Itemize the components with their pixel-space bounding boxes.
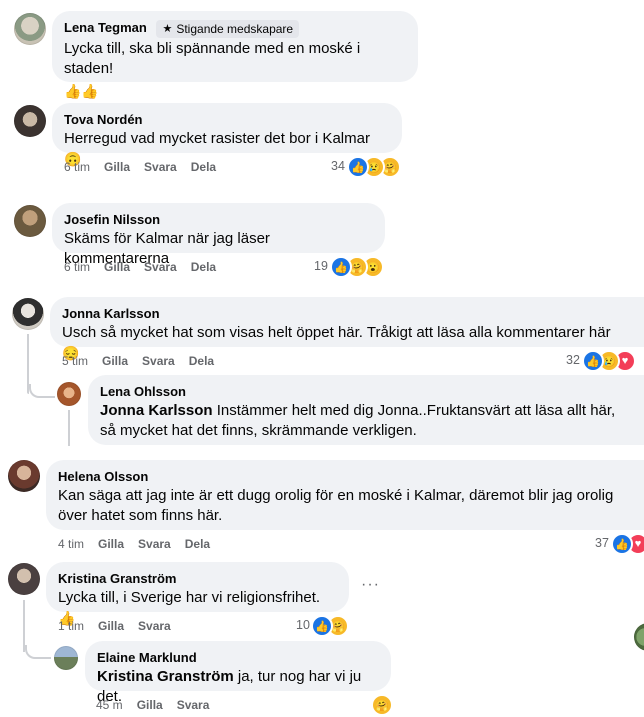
comment-text: Herregud vad mycket rasister det bor i K…	[64, 130, 370, 147]
comment-actions: 45 m Gilla Svara	[96, 697, 223, 713]
like-button[interactable]: Gilla	[137, 698, 163, 712]
comment-time[interactable]: 45 m	[96, 698, 123, 712]
comment-author[interactable]: Tova Nordén	[64, 111, 390, 128]
comment-bubble: Helena Olsson Kan säga att jag inte är e…	[46, 460, 644, 530]
reply-connector	[25, 645, 51, 659]
reaction-count[interactable]: 32	[566, 351, 580, 369]
comment-author[interactable]: Helena Olsson	[58, 468, 632, 485]
avatar[interactable]	[8, 563, 40, 595]
comment-time[interactable]: 6 tim	[64, 160, 90, 174]
avatar[interactable]	[14, 205, 46, 237]
reply-button[interactable]: Svara	[144, 160, 177, 174]
share-button[interactable]: Dela	[189, 354, 214, 368]
thumbs-up-icon: 👍	[582, 350, 604, 372]
thumbs-up-icon: 👍	[347, 156, 369, 178]
comment-author[interactable]: Lena Tegman	[64, 20, 147, 35]
comment-author[interactable]: Elaine Marklund	[97, 649, 379, 666]
care-emoji-icon: 🤗	[371, 694, 393, 716]
comment-text: Lycka till, i Sverige har vi religionsfr…	[58, 589, 321, 606]
like-button[interactable]: Gilla	[98, 619, 124, 633]
reply-button[interactable]: Svara	[144, 260, 177, 274]
mention-link[interactable]: Kristina Granström	[97, 668, 234, 685]
comment-bubble: Lena Tegman ★ Stigande medskapare Lycka …	[52, 11, 418, 99]
comment-time[interactable]: 4 tim	[58, 537, 84, 551]
avatar[interactable]	[57, 382, 81, 406]
like-button[interactable]: Gilla	[104, 160, 130, 174]
comment-time[interactable]: 5 tim	[62, 354, 88, 368]
badge-label: Stigande medskapare	[176, 22, 294, 36]
comment-author[interactable]: Kristina Granström	[58, 570, 337, 587]
comment-author[interactable]: Josefin Nilsson	[64, 211, 373, 228]
like-button[interactable]: Gilla	[98, 537, 124, 551]
thumbs-up-icon: 👍	[311, 615, 333, 637]
reply-button[interactable]: Svara	[138, 537, 171, 551]
like-button[interactable]: Gilla	[104, 260, 130, 274]
comment-text: Usch så mycket hat som visas helt öppet …	[62, 324, 611, 341]
comment-author[interactable]: Lena Ohlsson	[100, 383, 632, 400]
reaction-count[interactable]: 10	[296, 616, 310, 634]
avatar[interactable]	[14, 13, 46, 45]
avatar[interactable]	[8, 460, 40, 492]
comment-bubble: Jonna Karlsson Usch så mycket hat som vi…	[50, 297, 644, 361]
more-options-button[interactable]: ···	[361, 576, 380, 594]
contributor-badge: ★ Stigande medskapare	[156, 20, 300, 38]
thread-line	[68, 410, 70, 446]
comment-actions: 4 tim Gilla Svara Dela	[58, 536, 224, 552]
reply-button[interactable]: Svara	[138, 619, 171, 633]
comment-author[interactable]: Jonna Karlsson	[62, 305, 632, 322]
reply-button[interactable]: Svara	[142, 354, 175, 368]
share-button[interactable]: Dela	[185, 537, 210, 551]
reply-button[interactable]: Svara	[177, 698, 210, 712]
comment-actions: 5 tim Gilla Svara Dela	[62, 353, 228, 369]
avatar[interactable]	[12, 298, 44, 330]
reply-bubble: Lena Ohlsson Jonna Karlsson Instämmer he…	[88, 375, 644, 445]
comment-actions: 6 tim Gilla Svara Dela	[64, 159, 230, 175]
comment-actions: 1 tim Gilla Svara	[58, 618, 185, 634]
avatar[interactable]	[54, 646, 78, 670]
thumbs-up-icon: 👍	[611, 533, 633, 555]
reply-connector	[29, 384, 55, 398]
thumbs-up-icon: 👍	[330, 256, 352, 278]
comment-time[interactable]: 6 tim	[64, 260, 90, 274]
comment-bubble: Josefin Nilsson Skäms för Kalmar när jag…	[52, 203, 385, 267]
thumbs-up-emoji: 👍👍	[64, 83, 99, 99]
comment-bubble: Kristina Granström Lycka till, i Sverige…	[46, 562, 349, 626]
comment-text: Lycka till, ska bli spännande med en mos…	[64, 40, 361, 77]
reaction-count[interactable]: 19	[314, 257, 328, 275]
star-icon: ★	[162, 23, 173, 35]
comment-time[interactable]: 1 tim	[58, 619, 84, 633]
comment-text: Kan säga att jag inte är ett dugg orolig…	[58, 487, 614, 524]
comment-bubble: Tova Nordén Herregud vad mycket rasister…	[52, 103, 402, 167]
mention-link[interactable]: Jonna Karlsson	[100, 402, 213, 419]
reply-bubble: Elaine Marklund Kristina Granström ja, t…	[85, 641, 391, 705]
avatar[interactable]	[634, 623, 644, 651]
comment-actions: 6 tim Gilla Svara Dela	[64, 259, 230, 275]
avatar[interactable]	[14, 105, 46, 137]
reaction-count[interactable]: 37	[595, 534, 609, 552]
share-button[interactable]: Dela	[191, 260, 216, 274]
reaction-count[interactable]: 34	[331, 157, 345, 175]
like-button[interactable]: Gilla	[102, 354, 128, 368]
share-button[interactable]: Dela	[191, 160, 216, 174]
